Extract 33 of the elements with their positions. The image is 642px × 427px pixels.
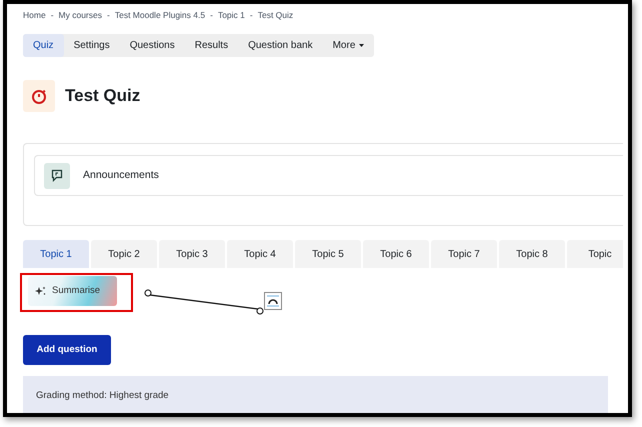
summarise-button[interactable]: Summarise	[28, 276, 117, 306]
topic-tab[interactable]: Topic 6	[363, 240, 429, 268]
nav-tab[interactable]: Questions	[120, 34, 185, 57]
breadcrumb-separator: -	[210, 8, 213, 22]
topic-tab[interactable]: Topic 8	[499, 240, 565, 268]
breadcrumb-link[interactable]: My courses	[58, 8, 102, 22]
stopwatch-icon	[31, 88, 47, 104]
breadcrumb-link[interactable]: Test Quiz	[258, 8, 294, 22]
topic-tab[interactable]: Topic 1	[23, 240, 89, 268]
forum-icon	[51, 169, 63, 182]
sparkle-icon	[35, 286, 46, 296]
topic-tab[interactable]: Topic 4	[227, 240, 293, 268]
topic-tab[interactable]: Topic 2	[91, 240, 157, 268]
topic-tab[interactable]: Topic	[567, 240, 623, 268]
nav-tab[interactable]: Settings	[64, 34, 120, 57]
topic-tab[interactable]: Topic 7	[431, 240, 497, 268]
breadcrumb-link[interactable]: Test Moodle Plugins 4.5	[114, 8, 206, 22]
grading-method-text: Grading method: Highest grade	[36, 388, 169, 403]
topic-tab[interactable]: Topic 5	[295, 240, 361, 268]
nav-tab[interactable]: Results	[184, 34, 238, 57]
breadcrumb-separator: -	[250, 8, 253, 22]
nav-tab[interactable]: Quiz	[23, 34, 64, 57]
breadcrumb-separator: -	[50, 8, 54, 22]
page-title: Test Quiz	[65, 85, 140, 108]
breadcrumb-link[interactable]: Home	[23, 8, 46, 22]
activity-name[interactable]: Announcements	[83, 168, 159, 184]
nav-tab[interactable]: More	[322, 34, 374, 57]
nav-tab[interactable]: Question bank	[238, 34, 323, 57]
add-question-button[interactable]: Add question	[23, 335, 111, 365]
breadcrumb-link[interactable]: Topic 1	[218, 8, 245, 22]
topic-tab[interactable]: Topic 3	[159, 240, 225, 268]
image-icon	[264, 292, 282, 310]
breadcrumb-separator: -	[107, 8, 110, 22]
